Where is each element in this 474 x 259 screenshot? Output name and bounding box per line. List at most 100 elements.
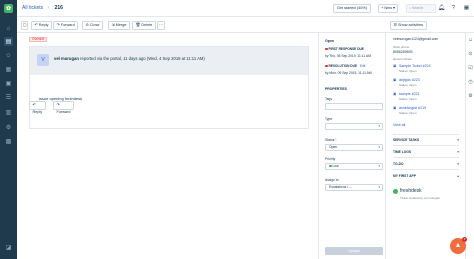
forward-icon: ↷ bbox=[56, 103, 60, 107]
resolution-due-text: RESOLUTION DUE bbox=[328, 64, 358, 68]
contact-panel: velmurugan1124@gmail.com Work phone 8056… bbox=[386, 33, 465, 259]
recent-ticket-link[interactable]: asnkfcnghlt #219 bbox=[399, 106, 426, 110]
recent-ticket-link[interactable]: Sample Ticket #224 bbox=[399, 64, 431, 68]
chevron-down-icon[interactable]: ▾ bbox=[457, 150, 459, 154]
reply-button[interactable]: ↶ Reply bbox=[31, 20, 52, 30]
type-select[interactable]: ▾ bbox=[325, 123, 383, 130]
notification-count-badge: 1 bbox=[462, 237, 467, 242]
forums-icon[interactable]: ☰ bbox=[4, 93, 13, 102]
reports-icon[interactable]: ▥ bbox=[4, 108, 13, 117]
merge-label: Merge bbox=[115, 22, 127, 27]
checklist-icon[interactable]: ☑ bbox=[467, 65, 474, 72]
first-response-due-value: by Thu, 05 Sep 2019, 11:11 AM bbox=[325, 54, 371, 58]
status-select[interactable]: Open ▾ bbox=[325, 144, 383, 151]
contact-details-icon[interactable]: ☺ bbox=[467, 37, 474, 44]
sender-avatar: V bbox=[37, 54, 49, 66]
forward-button[interactable]: ↷ Forward bbox=[53, 20, 79, 30]
first-response-due-dot bbox=[325, 47, 328, 51]
reply-message-label: Reply bbox=[32, 110, 43, 114]
time-logs-section[interactable]: TIME LOGS bbox=[393, 150, 411, 154]
logo-icon[interactable]: ✿ bbox=[4, 4, 13, 13]
help-icon[interactable]: ? bbox=[450, 4, 457, 13]
ticket-icon: ▣ bbox=[393, 106, 397, 110]
solutions-icon[interactable]: ▣ bbox=[4, 79, 13, 88]
apps-icon[interactable]: ▩ bbox=[4, 137, 13, 146]
groups-icon[interactable]: ▦ bbox=[4, 65, 13, 74]
reply-message-button[interactable]: ↶ Reply bbox=[29, 101, 46, 114]
delete-label: Delete bbox=[141, 22, 153, 27]
view-all-link[interactable]: View all bbox=[393, 123, 405, 127]
chevron-up-icon[interactable]: ▴ bbox=[457, 174, 459, 178]
close-button[interactable]: ⊘ Close bbox=[82, 20, 103, 30]
assistant-launcher-button[interactable]: ▲ 1 bbox=[450, 237, 467, 254]
tickets-icon[interactable]: ▤ bbox=[4, 37, 13, 46]
properties-title: PROPERTIES bbox=[325, 87, 347, 91]
home-icon[interactable]: ⌂ bbox=[4, 24, 13, 33]
show-activities-label: Show activities bbox=[397, 22, 424, 27]
divider bbox=[393, 134, 459, 135]
chevron-down-icon: ▾ bbox=[378, 145, 380, 149]
get-started-button[interactable]: Get started (40%) bbox=[333, 4, 371, 13]
status-label-text: Status bbox=[325, 138, 335, 142]
resolution-due-edit-link[interactable]: Edit bbox=[360, 64, 366, 68]
my-first-app-section[interactable]: MY FIRST APP bbox=[393, 174, 416, 178]
left-navigation: ✿ ⌂ ▤ ☺ ▦ ▣ ☰ ▥ ⚙ ▩ ◪ bbox=[0, 0, 17, 259]
merge-button[interactable]: ⇲ Merge bbox=[108, 20, 131, 30]
service-tasks-section[interactable]: SERVICE TASKS bbox=[393, 138, 419, 142]
forward-message-button[interactable]: ↷ Forward bbox=[53, 101, 74, 114]
recent-tickets-label: Recent tickets bbox=[393, 57, 412, 61]
chevron-down-icon[interactable]: ▾ bbox=[457, 138, 459, 142]
contacts-icon[interactable]: ☺ bbox=[4, 51, 13, 60]
message-meta: vel murugan reported via the portal, 11 … bbox=[54, 56, 205, 61]
priority-select[interactable]: Low ▾ bbox=[325, 163, 383, 170]
recent-ticket-link[interactable]: abjfgdo #223 bbox=[399, 78, 420, 82]
status-heading: Open bbox=[325, 39, 335, 43]
close-label: Close bbox=[89, 22, 100, 27]
new-button[interactable]: + New ▾ bbox=[378, 4, 398, 13]
recent-ticket-link[interactable]: sample #221 bbox=[399, 92, 420, 96]
assign-to-value: Escalations / -- bbox=[329, 185, 352, 189]
tags-field[interactable] bbox=[325, 103, 383, 110]
recent-ticket-status: Status: Open bbox=[399, 97, 417, 101]
ticket-toolbar: ▢ ↶ Reply ↷ Forward ⊘ Close ⇲ Merge 🗑︎ D… bbox=[17, 17, 474, 33]
contact-email: velmurugan1124@gmail.com bbox=[393, 37, 439, 41]
more-button[interactable]: ⋯ bbox=[157, 20, 165, 30]
ticket-icon: ▣ bbox=[393, 64, 397, 68]
crumb-all-tickets-link[interactable]: All tickets bbox=[22, 5, 43, 11]
recent-ticket-status: Status: Open bbox=[399, 69, 417, 73]
search-placeholder: Search bbox=[412, 6, 424, 10]
ticket-number: 216 bbox=[54, 5, 63, 11]
work-phone-value: 8056259893 bbox=[393, 50, 413, 54]
first-response-due-label: FIRST RESPONSE DUE bbox=[325, 47, 364, 51]
forward-label: Forward bbox=[60, 22, 75, 27]
sender-name[interactable]: vel murugan bbox=[54, 56, 79, 61]
update-button[interactable]: Update bbox=[325, 247, 383, 255]
top-bar: All tickets › 216 Get started (40%) + Ne… bbox=[17, 0, 474, 17]
resolution-due-dot bbox=[325, 64, 328, 68]
delete-button[interactable]: 🗑︎ Delete bbox=[132, 20, 156, 30]
timer-icon[interactable]: ◷ bbox=[467, 79, 474, 86]
reply-label: Reply bbox=[38, 22, 49, 27]
chat-icon[interactable]: ◪ bbox=[4, 243, 13, 252]
priority-select-value: Low bbox=[332, 164, 339, 168]
first-response-due-text: FIRST RESPONSE DUE bbox=[328, 47, 364, 51]
show-activities-button[interactable]: ☰ Show activities bbox=[390, 20, 427, 30]
priority-low-dot bbox=[329, 164, 332, 168]
apps-grid-icon[interactable]: ▦ bbox=[463, 4, 470, 13]
chevron-down-icon: ▾ bbox=[378, 185, 380, 189]
status-select-value: Open bbox=[329, 145, 338, 149]
required-marker: * bbox=[334, 138, 337, 142]
properties-panel: Open FIRST RESPONSE DUE by Thu, 05 Sep 2… bbox=[318, 33, 386, 259]
assign-to-select[interactable]: Escalations / -- ▾ bbox=[325, 184, 383, 191]
search-input[interactable]: ⌕ Search bbox=[406, 4, 436, 13]
recent-ticket-status: Status: Open bbox=[399, 111, 417, 115]
settings-icon[interactable]: ⚙ bbox=[467, 93, 474, 100]
notifications-icon[interactable]: 🔔︎ bbox=[438, 4, 445, 13]
new-button-label: New bbox=[384, 6, 392, 10]
chevron-down-icon[interactable]: ▾ bbox=[457, 162, 459, 166]
timeline-icon[interactable]: ⊙ bbox=[467, 51, 474, 58]
message-header: V vel murugan reported via the portal, 1… bbox=[30, 47, 308, 75]
to-do-section[interactable]: TO-DO bbox=[393, 162, 404, 166]
admin-icon[interactable]: ⚙ bbox=[4, 123, 13, 132]
select-checkbox[interactable]: ▢ bbox=[21, 20, 28, 30]
